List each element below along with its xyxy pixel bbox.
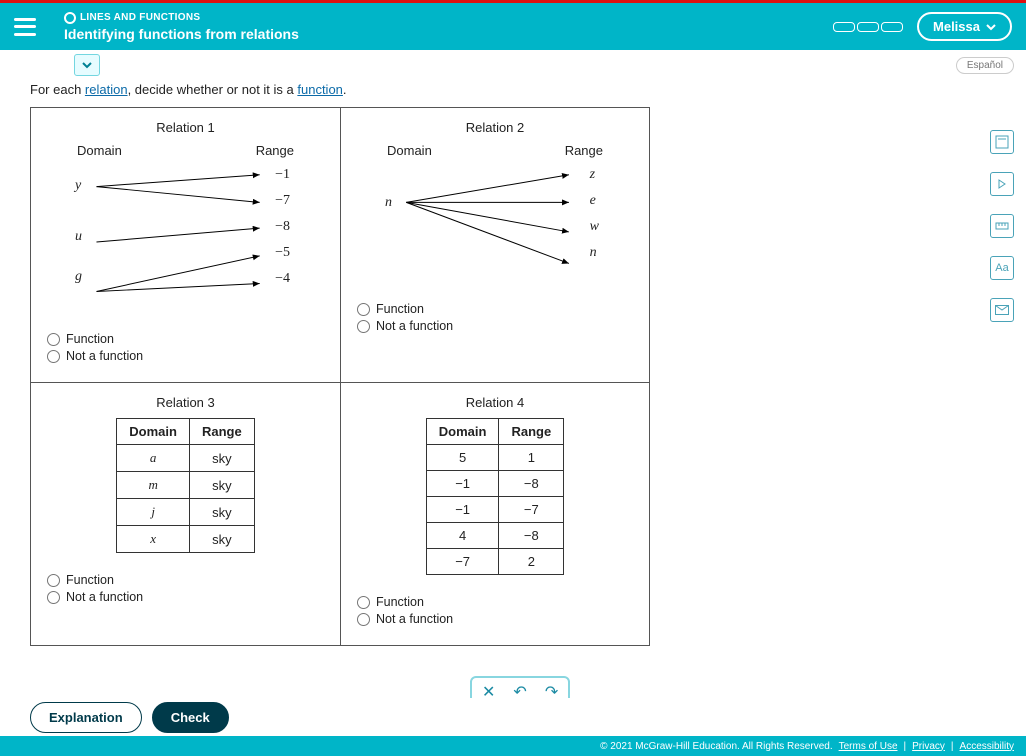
not-function-radio[interactable]	[47, 591, 60, 604]
relations-grid: Relation 1 Domain Range y u g	[30, 107, 650, 646]
check-button[interactable]: Check	[152, 702, 229, 733]
function-radio[interactable]	[357, 303, 370, 316]
table-row: −1−7	[426, 497, 563, 523]
calculator-icon[interactable]	[990, 130, 1014, 154]
range-header: Range	[189, 419, 254, 445]
range-value: −7	[275, 188, 290, 214]
table-row: 4−8	[426, 523, 563, 549]
table-row: jsky	[117, 499, 254, 526]
answer-group-4: Function Not a function	[357, 595, 633, 626]
table-row: xsky	[117, 526, 254, 553]
relation-title: Relation 1	[47, 120, 324, 135]
range-value: n	[590, 240, 599, 266]
domain-header: Domain	[117, 419, 190, 445]
range-value: −4	[275, 266, 290, 292]
language-toggle[interactable]: Español	[956, 57, 1014, 74]
top-bar: LINES AND FUNCTIONS Identifying function…	[0, 0, 1026, 50]
domain-value: y	[75, 162, 82, 210]
chevron-down-icon	[986, 22, 996, 32]
not-function-radio[interactable]	[357, 613, 370, 626]
table-row: 51	[426, 445, 563, 471]
relation-3-table: DomainRange asky msky jsky xsky	[116, 418, 254, 553]
range-value: z	[590, 162, 599, 188]
range-value: e	[590, 188, 599, 214]
domain-header: Domain	[387, 143, 432, 158]
answer-group-3: Function Not a function	[47, 573, 324, 604]
topic-block: LINES AND FUNCTIONS Identifying function…	[64, 12, 299, 42]
font-icon[interactable]: Aa	[990, 256, 1014, 280]
privacy-link[interactable]: Privacy	[912, 741, 945, 752]
not-function-option[interactable]: Not a function	[357, 612, 633, 626]
menu-icon[interactable]	[14, 18, 36, 36]
domain-value: g	[75, 264, 82, 290]
function-option[interactable]: Function	[47, 573, 324, 587]
sub-row: Español	[0, 50, 1026, 80]
relation-title: Relation 2	[357, 120, 633, 135]
relation-3-cell: Relation 3 DomainRange asky msky jsky xs…	[31, 382, 340, 645]
function-radio[interactable]	[47, 333, 60, 346]
table-row: −1−8	[426, 471, 563, 497]
relation-2-cell: Relation 2 Domain Range n z e	[340, 108, 649, 382]
function-link[interactable]: function	[297, 82, 343, 97]
domain-header: Domain	[77, 143, 122, 158]
relation-4-table: DomainRange 51 −1−8 −1−7 4−8 −72	[426, 418, 564, 575]
function-radio[interactable]	[357, 596, 370, 609]
table-row: −72	[426, 549, 563, 575]
bottom-bar: Explanation Check	[0, 698, 1026, 736]
prompt-text: For each relation, decide whether or not…	[0, 80, 1026, 107]
not-function-radio[interactable]	[47, 350, 60, 363]
range-value: −8	[275, 214, 290, 240]
terms-link[interactable]: Terms of Use	[839, 741, 898, 752]
accessibility-link[interactable]: Accessibility	[960, 741, 1014, 752]
range-header: Range	[565, 143, 603, 158]
table-row: asky	[117, 445, 254, 472]
range-value: −1	[275, 162, 290, 188]
play-icon[interactable]	[990, 172, 1014, 196]
mail-icon[interactable]	[990, 298, 1014, 322]
domain-header: Domain	[426, 419, 499, 445]
expand-button[interactable]	[74, 54, 100, 76]
function-option[interactable]: Function	[357, 595, 633, 609]
table-row: msky	[117, 472, 254, 499]
function-option[interactable]: Function	[47, 332, 324, 346]
range-header: Range	[256, 143, 294, 158]
mapping-diagram-2: n z e w n	[357, 162, 633, 292]
range-value: −5	[275, 240, 290, 266]
not-function-option[interactable]: Not a function	[47, 349, 324, 363]
not-function-option[interactable]: Not a function	[47, 590, 324, 604]
mapping-diagram-1: y u g −1 −7 −8 −5 −4	[47, 162, 324, 322]
relation-link[interactable]: relation	[85, 82, 128, 97]
chevron-down-icon	[81, 59, 93, 71]
topic-title: Identifying functions from relations	[64, 26, 299, 42]
ruler-icon[interactable]	[990, 214, 1014, 238]
relation-4-cell: Relation 4 DomainRange 51 −1−8 −1−7 4−8 …	[340, 382, 649, 645]
function-radio[interactable]	[47, 574, 60, 587]
range-header: Range	[499, 419, 564, 445]
relation-title: Relation 4	[357, 395, 633, 410]
relation-1-cell: Relation 1 Domain Range y u g	[31, 108, 340, 382]
footer: © 2021 McGraw-Hill Education. All Rights…	[0, 736, 1026, 756]
relation-title: Relation 3	[47, 395, 324, 410]
domain-value: n	[385, 190, 392, 216]
topic-kicker: LINES AND FUNCTIONS	[64, 12, 299, 24]
function-option[interactable]: Function	[357, 302, 633, 316]
side-toolbar: Aa	[990, 130, 1014, 322]
range-value: w	[590, 214, 599, 240]
not-function-option[interactable]: Not a function	[357, 319, 633, 333]
answer-group-2: Function Not a function	[357, 302, 633, 333]
user-name: Melissa	[933, 19, 980, 34]
domain-value: u	[75, 210, 82, 264]
copyright-text: © 2021 McGraw-Hill Education. All Rights…	[600, 741, 832, 752]
progress-indicator	[833, 22, 903, 32]
explanation-button[interactable]: Explanation	[30, 702, 142, 733]
not-function-radio[interactable]	[357, 320, 370, 333]
answer-group-1: Function Not a function	[47, 332, 324, 363]
user-menu[interactable]: Melissa	[917, 12, 1012, 41]
